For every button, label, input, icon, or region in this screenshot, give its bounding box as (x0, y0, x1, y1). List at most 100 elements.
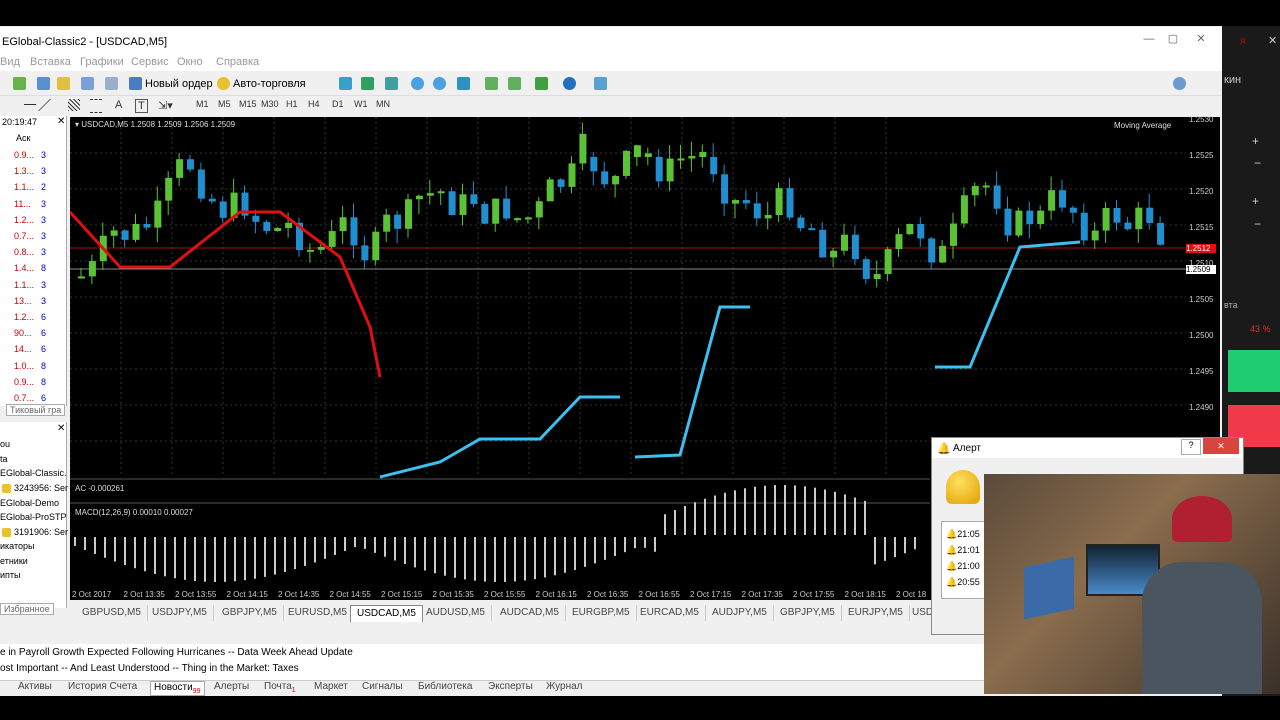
alert-close-button[interactable]: ✕ (1203, 438, 1239, 454)
maximize-button[interactable]: ▢ (1164, 33, 1182, 45)
navigator-account[interactable]: 3191906: Ser (14, 527, 68, 537)
navigator-button[interactable] (80, 74, 95, 93)
menu-help[interactable]: Справка (216, 56, 259, 68)
timeframe-w1[interactable]: W1 (354, 99, 368, 109)
terminal-tab[interactable]: Журнал (546, 681, 583, 692)
label-tool-icon[interactable]: T (135, 99, 148, 113)
symbol-tab[interactable]: GBPJPY,M5 (216, 605, 284, 621)
market-watch-row[interactable]: 0.9... 3 (0, 150, 66, 166)
market-watch-button[interactable] (56, 74, 71, 93)
tile-windows-button[interactable] (456, 74, 471, 93)
chart-shift-button[interactable] (507, 74, 522, 93)
market-watch-row[interactable]: 13... 3 (0, 296, 66, 312)
auto-trading-button[interactable]: Авто-торговля (216, 74, 307, 93)
zoom-in-button[interactable] (410, 74, 425, 93)
market-watch-row[interactable]: 1.3... 3 (0, 166, 66, 182)
navigator-close-icon[interactable]: ✕ (57, 423, 65, 434)
new-chart-button[interactable] (12, 74, 27, 93)
timeframe-m15[interactable]: M15 (239, 99, 257, 109)
market-watch-row[interactable]: 0.9... 8 (0, 377, 66, 393)
minimize-button[interactable]: — (1140, 33, 1158, 45)
timeframe-m5[interactable]: M5 (218, 99, 231, 109)
timeframe-d1[interactable]: D1 (332, 99, 344, 109)
market-watch-row[interactable]: 14... 6 (0, 344, 66, 360)
symbol-tab[interactable]: GBPJPY,M5 (774, 605, 842, 621)
arrows-tool-icon[interactable]: ⇲▾ (158, 99, 173, 112)
minus-button[interactable]: − (1254, 156, 1261, 170)
plus-button[interactable]: + (1252, 134, 1259, 148)
close-button[interactable]: ✕ (1192, 33, 1210, 45)
zoom-out-button[interactable] (432, 74, 447, 93)
market-watch-row[interactable]: 1.2... 6 (0, 312, 66, 328)
market-watch-row[interactable]: 1.0... 8 (0, 361, 66, 377)
market-watch-row[interactable]: 90... 6 (0, 328, 66, 344)
templates-button[interactable] (593, 74, 608, 93)
market-watch-row[interactable]: 1.4... 8 (0, 263, 66, 279)
terminal-tab[interactable]: Новости99 (150, 681, 205, 696)
market-watch-row[interactable]: 1.2... 3 (0, 215, 66, 231)
navigator-item[interactable]: ta (0, 454, 8, 464)
symbol-tab[interactable]: USDJPY,M5 (146, 605, 214, 621)
terminal-tab[interactable]: Сигналы (362, 681, 403, 692)
symbol-tab[interactable]: AUDUSD,M5 (420, 605, 492, 621)
favorites-tab[interactable]: Избранное (0, 603, 54, 615)
symbol-tab[interactable]: AUDJPY,M5 (706, 605, 774, 621)
timeframe-m1[interactable]: M1 (196, 99, 209, 109)
new-order-button[interactable]: Новый ордер (128, 74, 214, 93)
menu-charts[interactable]: Графики (80, 56, 124, 68)
timeframe-mn[interactable]: MN (376, 99, 390, 109)
market-watch-row[interactable]: 11... 3 (0, 199, 66, 215)
profiles-button[interactable] (36, 74, 51, 93)
bar-chart-button[interactable] (338, 74, 353, 93)
alert-row[interactable]: 🔔21:01 (946, 545, 980, 556)
periods-button[interactable] (562, 74, 577, 93)
news-item[interactable]: ost Important -- And Least Understood --… (0, 663, 299, 674)
terminal-tab[interactable]: Эксперты (488, 681, 533, 692)
line-chart-button[interactable] (384, 74, 399, 93)
market-watch-row[interactable]: 1.1... 3 (0, 280, 66, 296)
text-tool-icon[interactable]: A (115, 99, 122, 111)
tick-chart-tab[interactable]: Тиковый гра (6, 404, 66, 416)
menu-insert[interactable]: Вставка (30, 56, 71, 68)
terminal-button[interactable] (104, 74, 119, 93)
market-watch-close-icon[interactable]: ✕ (57, 116, 65, 127)
market-watch-row[interactable]: 1.1... 2 (0, 182, 66, 198)
news-item[interactable]: e in Payroll Growth Expected Following H… (0, 647, 353, 658)
menu-window[interactable]: Окно (177, 56, 203, 68)
alert-row[interactable]: 🔔21:05 (946, 529, 980, 540)
terminal-tab[interactable]: Маркет (314, 681, 348, 692)
terminal-tab[interactable]: Алерты (214, 681, 249, 692)
candle-chart-button[interactable] (360, 74, 375, 93)
alert-row[interactable]: 🔔20:55 (946, 577, 980, 588)
symbol-tab[interactable]: GBPUSD,M5 (76, 605, 148, 621)
navigator-item[interactable]: ипты (0, 570, 21, 580)
autoscroll-button[interactable] (484, 74, 499, 93)
plus-button-2[interactable]: + (1252, 194, 1259, 208)
symbol-tab[interactable]: AUDCAD,M5 (494, 605, 566, 621)
indicators-button[interactable] (534, 74, 549, 93)
navigator-item[interactable]: икаторы (0, 541, 34, 551)
buy-button[interactable] (1228, 350, 1280, 392)
symbol-tab[interactable]: EURCAD,M5 (634, 605, 706, 621)
menu-tools[interactable]: Сервис (131, 56, 169, 68)
browser-close-icon[interactable]: ✕ (1268, 34, 1277, 47)
timeframe-h4[interactable]: H4 (308, 99, 320, 109)
navigator-account[interactable]: 3243956: Ser (14, 483, 68, 493)
terminal-tab[interactable]: Почта1 (264, 681, 296, 694)
symbol-tab[interactable]: EURJPY,M5 (842, 605, 910, 621)
terminal-tab[interactable]: Библиотека (418, 681, 472, 692)
market-watch-row[interactable]: 0.8... 3 (0, 247, 66, 263)
timeframe-h1[interactable]: H1 (286, 99, 298, 109)
navigator-item[interactable]: EGlobal-ProSTP (0, 512, 67, 522)
navigator-item[interactable]: EGlobal-Demo (0, 498, 59, 508)
symbol-tab[interactable]: EURGBP,M5 (566, 605, 637, 621)
menu-view[interactable]: Вид (0, 56, 20, 68)
search-button[interactable] (1172, 74, 1187, 93)
navigator-item[interactable]: ou (0, 439, 10, 449)
symbol-tab[interactable]: EURUSD,M5 (282, 605, 354, 621)
alert-row[interactable]: 🔔21:00 (946, 561, 980, 572)
minus-button-2[interactable]: − (1254, 217, 1261, 231)
timeframe-m30[interactable]: M30 (261, 99, 279, 109)
navigator-item[interactable]: етники (0, 556, 28, 566)
channel-tool-icon[interactable] (68, 99, 80, 111)
